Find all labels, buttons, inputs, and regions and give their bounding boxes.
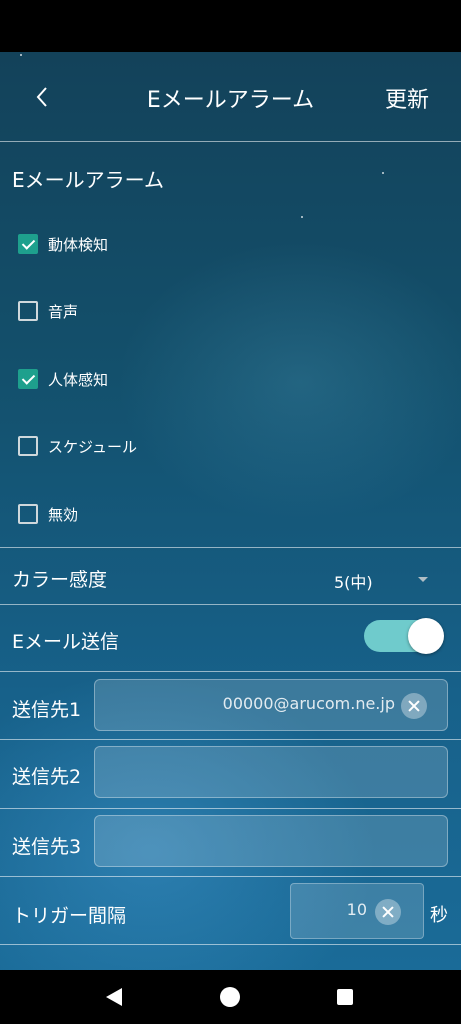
recipient-1-input[interactable]: 00000@arucom.ne.jp <box>94 679 448 731</box>
checkbox-label: 動体検知 <box>48 235 109 254</box>
checkbox-audio[interactable]: 音声 <box>18 296 78 326</box>
checkbox-unchecked-icon[interactable] <box>18 301 38 321</box>
checkbox-label: 人体感知 <box>48 370 109 389</box>
star-decoration <box>382 172 384 174</box>
star-decoration <box>301 216 303 218</box>
checkbox-motion-detection[interactable]: 動体検知 <box>18 229 108 259</box>
checkbox-checked-icon[interactable] <box>18 369 38 389</box>
clear-icon[interactable] <box>375 899 401 925</box>
checkbox-schedule[interactable]: スケジュール <box>18 431 137 461</box>
recipient-3-label: 送信先3 <box>12 836 82 858</box>
checkbox-disabled[interactable]: 無効 <box>18 499 78 529</box>
trigger-interval-input[interactable]: 10 <box>290 883 424 939</box>
divider <box>0 671 461 672</box>
refresh-button[interactable]: 更新 <box>385 82 429 114</box>
app-screen: Eメールアラーム 更新 Eメールアラーム 動体検知 音声 人体感知 スケジュール… <box>0 52 461 970</box>
recipient-3-input[interactable] <box>94 815 448 867</box>
divider <box>0 604 461 605</box>
divider <box>0 876 461 877</box>
nav-recents-icon[interactable] <box>337 989 353 1005</box>
color-sensitivity-dropdown[interactable]: 5(中) <box>330 565 440 595</box>
input-value: 10 <box>346 900 367 919</box>
recipient-1-label: 送信先1 <box>12 699 82 721</box>
trigger-unit: 秒 <box>430 905 448 926</box>
email-send-label: Eメール送信 <box>12 631 120 653</box>
checkbox-checked-icon[interactable] <box>18 234 38 254</box>
divider <box>0 141 461 142</box>
nav-home-icon[interactable] <box>220 987 240 1007</box>
recipient-2-label: 送信先2 <box>12 766 82 788</box>
toggle-knob <box>408 618 444 654</box>
caret-down-icon <box>418 577 428 582</box>
clear-icon[interactable] <box>401 693 427 719</box>
checkbox-label: スケジュール <box>48 437 137 456</box>
color-sensitivity-label: カラー感度 <box>12 569 108 591</box>
divider <box>0 547 461 548</box>
input-value: 00000@arucom.ne.jp <box>222 694 395 713</box>
checkbox-human-detection[interactable]: 人体感知 <box>18 364 108 394</box>
nav-back-icon[interactable] <box>106 988 122 1006</box>
divider <box>0 808 461 809</box>
checkbox-label: 無効 <box>48 505 79 524</box>
app-header: Eメールアラーム 更新 <box>0 52 461 142</box>
trigger-interval-label: トリガー間隔 <box>12 905 127 927</box>
divider <box>0 944 461 945</box>
email-send-toggle[interactable] <box>364 618 444 654</box>
checkbox-label: 音声 <box>48 302 79 321</box>
divider <box>0 739 461 740</box>
dropdown-value: 5(中) <box>334 573 373 592</box>
recipient-2-input[interactable] <box>94 746 448 798</box>
checkbox-unchecked-icon[interactable] <box>18 504 38 524</box>
status-bar <box>0 0 461 52</box>
checkbox-unchecked-icon[interactable] <box>18 436 38 456</box>
section-title: Eメールアラーム <box>12 168 165 192</box>
